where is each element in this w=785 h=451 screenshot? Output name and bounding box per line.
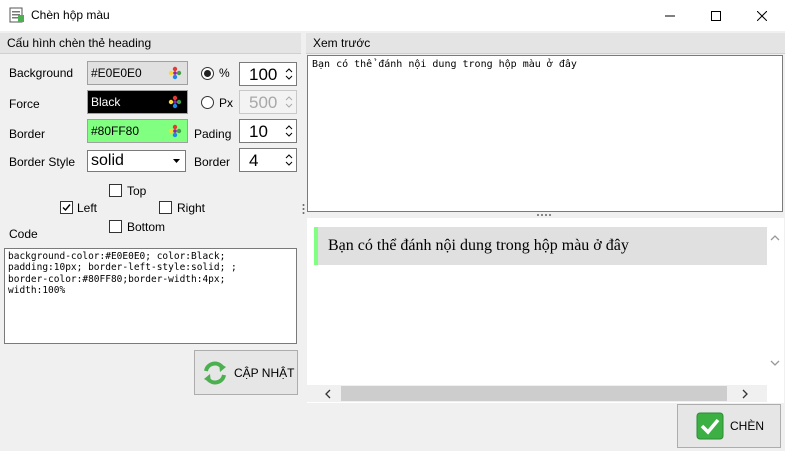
minimize-icon: [665, 15, 675, 16]
border-width-value: 4: [249, 151, 259, 170]
palette-icon[interactable]: [168, 124, 182, 138]
grip-icon: [302, 204, 305, 214]
border-width-label: Border: [194, 155, 231, 169]
scroll-right-icon[interactable]: [742, 389, 748, 399]
palette-icon[interactable]: [168, 66, 182, 80]
right-label: Right: [177, 201, 206, 215]
bottom-label: Bottom: [127, 220, 166, 234]
preview-source-textarea[interactable]: Bạn có thể đánh nội dung trong hộp màu ở…: [307, 55, 783, 212]
unit-percent-label: %: [219, 66, 230, 80]
spinner-arrows-icon[interactable]: [284, 65, 294, 83]
spinner-arrows-icon[interactable]: [284, 93, 294, 111]
config-header: Cấu hình chèn thẻ heading: [0, 33, 301, 54]
background-label: Background: [9, 66, 74, 80]
border-style-select[interactable]: solid: [87, 150, 186, 172]
window-title: Chèn hộp màu: [31, 8, 110, 22]
grip-icon: [537, 214, 551, 216]
close-icon: [757, 10, 767, 21]
palette-icon[interactable]: [168, 95, 182, 109]
border-color-value: #80FF80: [91, 124, 140, 138]
border-color-field[interactable]: #80FF80: [87, 119, 188, 143]
maximize-icon: [711, 10, 721, 21]
scroll-left-icon[interactable]: [325, 389, 331, 399]
width-percent-value: 100: [249, 65, 278, 84]
spinner-arrows-icon[interactable]: [284, 122, 294, 140]
border-style-label: Border Style: [9, 155, 76, 169]
border-style-value: solid: [91, 152, 124, 169]
pading-label: Pading: [194, 127, 232, 141]
bottom-checkbox[interactable]: [109, 220, 122, 233]
code-textarea[interactable]: background-color:#E0E0E0; color:Black; p…: [4, 248, 297, 344]
insert-button-label: CHÈN: [730, 419, 765, 433]
code-label: Code: [9, 227, 38, 241]
unit-percent-radio[interactable]: [201, 67, 214, 80]
left-checkbox[interactable]: [60, 201, 73, 214]
border-width-stepper[interactable]: 4: [239, 148, 297, 172]
width-px-value: 500: [249, 93, 278, 112]
scroll-down-icon[interactable]: [770, 360, 780, 366]
width-percent-stepper[interactable]: 100: [239, 62, 297, 86]
chevron-down-icon: [173, 159, 180, 163]
insert-button[interactable]: CHÈN: [677, 404, 781, 448]
scroll-up-icon[interactable]: [770, 235, 780, 241]
checkmark-icon: [62, 204, 71, 212]
update-button[interactable]: CẬP NHẬT: [194, 350, 298, 395]
preview-header: Xem trước: [306, 33, 785, 54]
minimize-button[interactable]: [647, 0, 693, 31]
width-px-stepper[interactable]: 500: [239, 90, 297, 114]
pading-value: 10: [249, 122, 268, 141]
refresh-icon: [204, 361, 226, 384]
vertical-scrollbar[interactable]: [767, 227, 783, 385]
top-checkbox[interactable]: [109, 184, 122, 197]
spinner-arrows-icon[interactable]: [284, 151, 294, 169]
app-icon: [9, 7, 25, 23]
force-color-field[interactable]: Black: [87, 90, 188, 114]
vertical-splitter[interactable]: [301, 33, 306, 404]
maximize-button[interactable]: [693, 0, 739, 31]
force-color-value: Black: [91, 95, 121, 109]
right-checkbox[interactable]: [159, 201, 172, 214]
left-label: Left: [77, 201, 98, 215]
top-label: Top: [127, 184, 147, 198]
border-label: Border: [9, 127, 46, 141]
background-color-value: #E0E0E0: [91, 66, 142, 80]
close-button[interactable]: [739, 0, 785, 31]
force-label: Force: [9, 97, 40, 111]
background-color-field[interactable]: #E0E0E0: [87, 61, 188, 85]
check-icon: [696, 412, 724, 440]
update-button-label: CẬP NHẬT: [234, 365, 295, 380]
unit-px-radio[interactable]: [201, 96, 214, 109]
pading-stepper[interactable]: 10: [239, 119, 297, 143]
horizontal-scroll-thumb[interactable]: [341, 386, 727, 401]
rendered-box: Bạn có thể đánh nội dung trong hộp màu ở…: [314, 227, 767, 265]
unit-px-label: Px: [219, 96, 234, 110]
